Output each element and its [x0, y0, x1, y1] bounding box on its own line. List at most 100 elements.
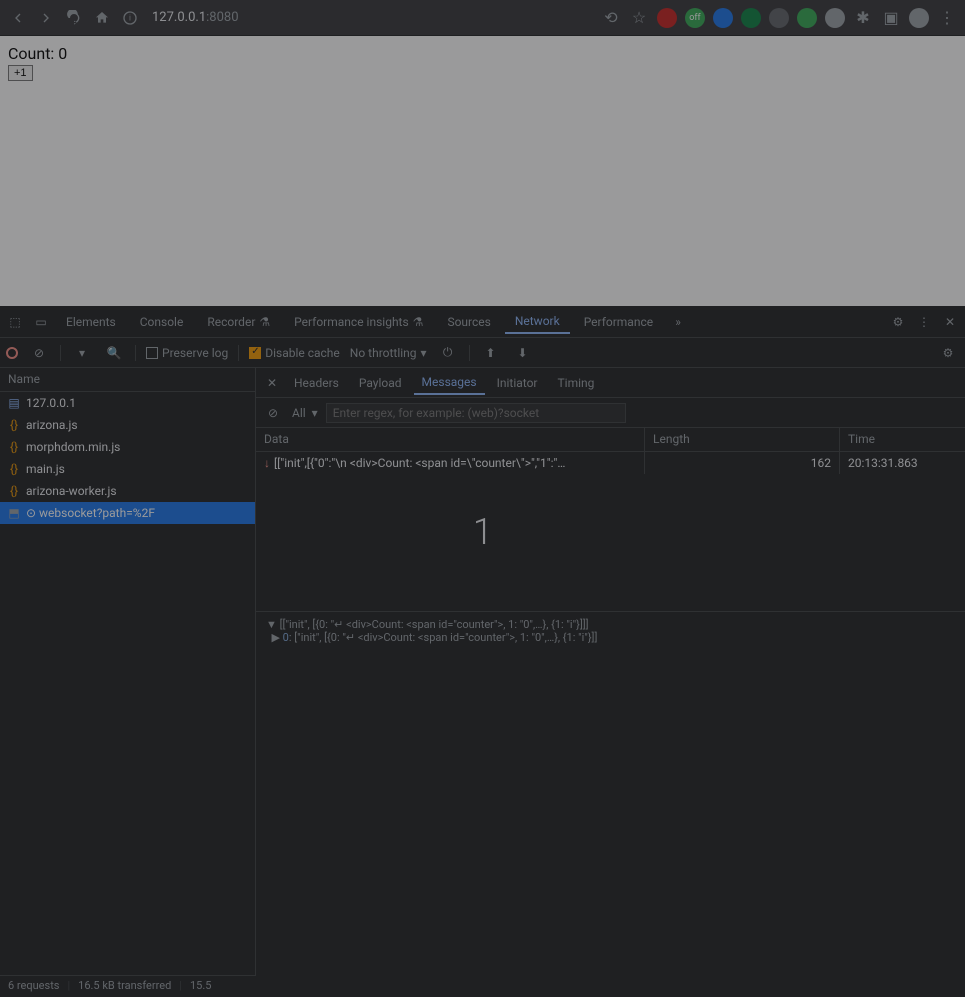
filter-icon[interactable]: ▾ — [71, 342, 93, 364]
devtools: ⬚ ▭ Elements Console Recorder ⚗ Performa… — [0, 306, 965, 997]
col-length-header: Length — [645, 428, 840, 451]
count-text: Count: 0 — [8, 44, 957, 63]
tab-messages[interactable]: Messages — [414, 371, 485, 395]
message-expanded: ▼ [["init", [{0: "↵ <div>Count: <span id… — [256, 612, 965, 650]
tab-initiator[interactable]: Initiator — [489, 372, 546, 394]
request-list: Name ▤127.0.0.1{}arizona.js{}morphdom.mi… — [0, 368, 256, 997]
disclosure-triangle-icon[interactable]: ▼ — [266, 618, 280, 631]
network-body: Name ▤127.0.0.1{}arizona.js{}morphdom.mi… — [0, 368, 965, 997]
expand-line[interactable]: ▼ [["init", [{0: "↵ <div>Count: <span id… — [266, 618, 955, 631]
chevron-down-icon: ▾ — [421, 346, 427, 360]
request-name: morphdom.min.js — [26, 440, 120, 454]
messages-rows: ↓[["init",[{"0":"\n <div>Count: <span id… — [256, 452, 965, 612]
clear-messages-icon[interactable]: ⊘ — [262, 402, 284, 424]
messages-filter-bar: ⊘ All ▾ — [256, 398, 965, 428]
extension-icon[interactable] — [657, 8, 677, 28]
extensions-icon[interactable]: ✱ — [853, 8, 873, 28]
request-name: arizona-worker.js — [26, 484, 117, 498]
tab-timing[interactable]: Timing — [550, 372, 603, 394]
close-detail-icon[interactable]: ✕ — [262, 376, 282, 390]
status-transferred: 16.5 kB transferred — [78, 979, 171, 994]
page-content: Count: 0 +1 — [0, 36, 965, 306]
extension-icon[interactable] — [825, 8, 845, 28]
sidepanel-icon[interactable]: ▣ — [881, 8, 901, 28]
extensions-area: ⟲ ☆ off ✱ ▣ ⋮ — [601, 8, 957, 28]
avatar[interactable] — [909, 8, 929, 28]
download-icon[interactable]: ⬇ — [512, 342, 534, 364]
tab-performance[interactable]: Performance — [574, 311, 663, 333]
request-detail: ✕ Headers Payload Messages Initiator Tim… — [256, 368, 965, 997]
messages-regex-input[interactable] — [326, 403, 626, 423]
extension-icon[interactable] — [797, 8, 817, 28]
share-icon[interactable]: ⟲ — [601, 8, 621, 28]
address-bar[interactable]: 127.0.0.1:8080 — [152, 10, 593, 25]
disclosure-triangle-icon[interactable]: ▶ — [271, 631, 282, 644]
device-icon[interactable]: ▭ — [30, 311, 52, 333]
devtools-tabs: ⬚ ▭ Elements Console Recorder ⚗ Performa… — [0, 306, 965, 338]
request-item[interactable]: {} arizona.js — [0, 414, 255, 436]
info-icon[interactable]: i — [120, 8, 140, 28]
ws-icon: ⬒ — [8, 507, 20, 519]
reload-icon[interactable] — [64, 8, 84, 28]
flask-icon: ⚗ — [413, 315, 424, 329]
request-item[interactable]: ⬒ ⊙ websocket?path=%2F — [0, 502, 255, 524]
upload-icon[interactable]: ⬆ — [480, 342, 502, 364]
tab-console[interactable]: Console — [130, 311, 194, 333]
message-row[interactable]: ↓[["init",[{"0":"\n <div>Count: <span id… — [256, 452, 965, 474]
home-icon[interactable] — [92, 8, 112, 28]
tab-network[interactable]: Network — [505, 310, 570, 334]
request-item[interactable]: ▤127.0.0.1 — [0, 392, 255, 414]
gear-icon[interactable]: ⚙ — [887, 311, 909, 333]
extension-icon[interactable] — [713, 8, 733, 28]
extension-icon[interactable]: off — [685, 8, 705, 28]
request-item[interactable]: {}main.js — [0, 458, 255, 480]
status-requests: 6 requests — [8, 979, 59, 994]
kebab-icon[interactable]: ⋮ — [913, 311, 935, 333]
wifi-icon[interactable]: ⏻ — [437, 342, 459, 364]
tab-elements[interactable]: Elements — [56, 311, 126, 333]
browser-toolbar: i 127.0.0.1:8080 ⟲ ☆ off ✱ ▣ ⋮ — [0, 0, 965, 36]
tab-sources[interactable]: Sources — [437, 311, 500, 333]
url-port: :8080 — [206, 10, 238, 25]
menu-icon[interactable]: ⋮ — [937, 8, 957, 28]
inspect-icon[interactable]: ⬚ — [4, 311, 26, 333]
record-button[interactable] — [6, 347, 18, 359]
request-name: arizona.js — [26, 418, 78, 432]
messages-filter-select[interactable]: All ▾ — [292, 406, 318, 420]
col-data-header: Data — [256, 428, 645, 451]
status-bar: 6 requests| 16.5 kB transferred| 15.5 — [0, 975, 256, 997]
gear-icon[interactable]: ⚙ — [937, 342, 959, 364]
tab-headers[interactable]: Headers — [286, 372, 347, 394]
request-item[interactable]: {}morphdom.min.js — [0, 436, 255, 458]
search-icon[interactable]: 🔍 — [103, 342, 125, 364]
throttling-select[interactable]: No throttling ▾ — [350, 346, 427, 360]
clear-icon[interactable]: ⊘ — [28, 342, 50, 364]
back-icon[interactable] — [8, 8, 28, 28]
incoming-icon: ↓ — [264, 456, 270, 470]
increment-button[interactable]: +1 — [8, 65, 33, 81]
status-resources: 15.5 — [190, 979, 211, 994]
expand-line[interactable]: ▶ 0: ["init", [{0: "↵ <div>Count: <span … — [266, 631, 955, 644]
request-item[interactable]: {} arizona-worker.js — [0, 480, 255, 502]
js-icon: {} — [8, 463, 20, 475]
tab-performance-insights[interactable]: Performance insights ⚗ — [284, 311, 433, 333]
tab-payload[interactable]: Payload — [351, 372, 410, 394]
extension-icon[interactable] — [769, 8, 789, 28]
network-toolbar: ⊘ ▾ 🔍 Preserve log Disable cache No thro… — [0, 338, 965, 368]
js-icon: {} — [8, 419, 20, 431]
more-tabs-icon[interactable]: » — [667, 311, 689, 333]
preserve-log-checkbox[interactable]: Preserve log — [146, 346, 228, 360]
close-icon[interactable]: ✕ — [939, 311, 961, 333]
chevron-down-icon: ▾ — [312, 406, 318, 420]
tab-recorder[interactable]: Recorder ⚗ — [197, 311, 280, 333]
request-name: ⊙ websocket?path=%2F — [26, 506, 155, 520]
bookmark-icon[interactable]: ☆ — [629, 8, 649, 28]
forward-icon[interactable] — [36, 8, 56, 28]
flask-icon: ⚗ — [259, 315, 270, 329]
extension-icon[interactable] — [741, 8, 761, 28]
overlay-number: 1 — [473, 511, 493, 553]
js-icon: {} — [8, 485, 20, 497]
request-name: 127.0.0.1 — [26, 396, 76, 410]
svg-text:i: i — [129, 13, 131, 22]
disable-cache-checkbox[interactable]: Disable cache — [249, 346, 340, 360]
